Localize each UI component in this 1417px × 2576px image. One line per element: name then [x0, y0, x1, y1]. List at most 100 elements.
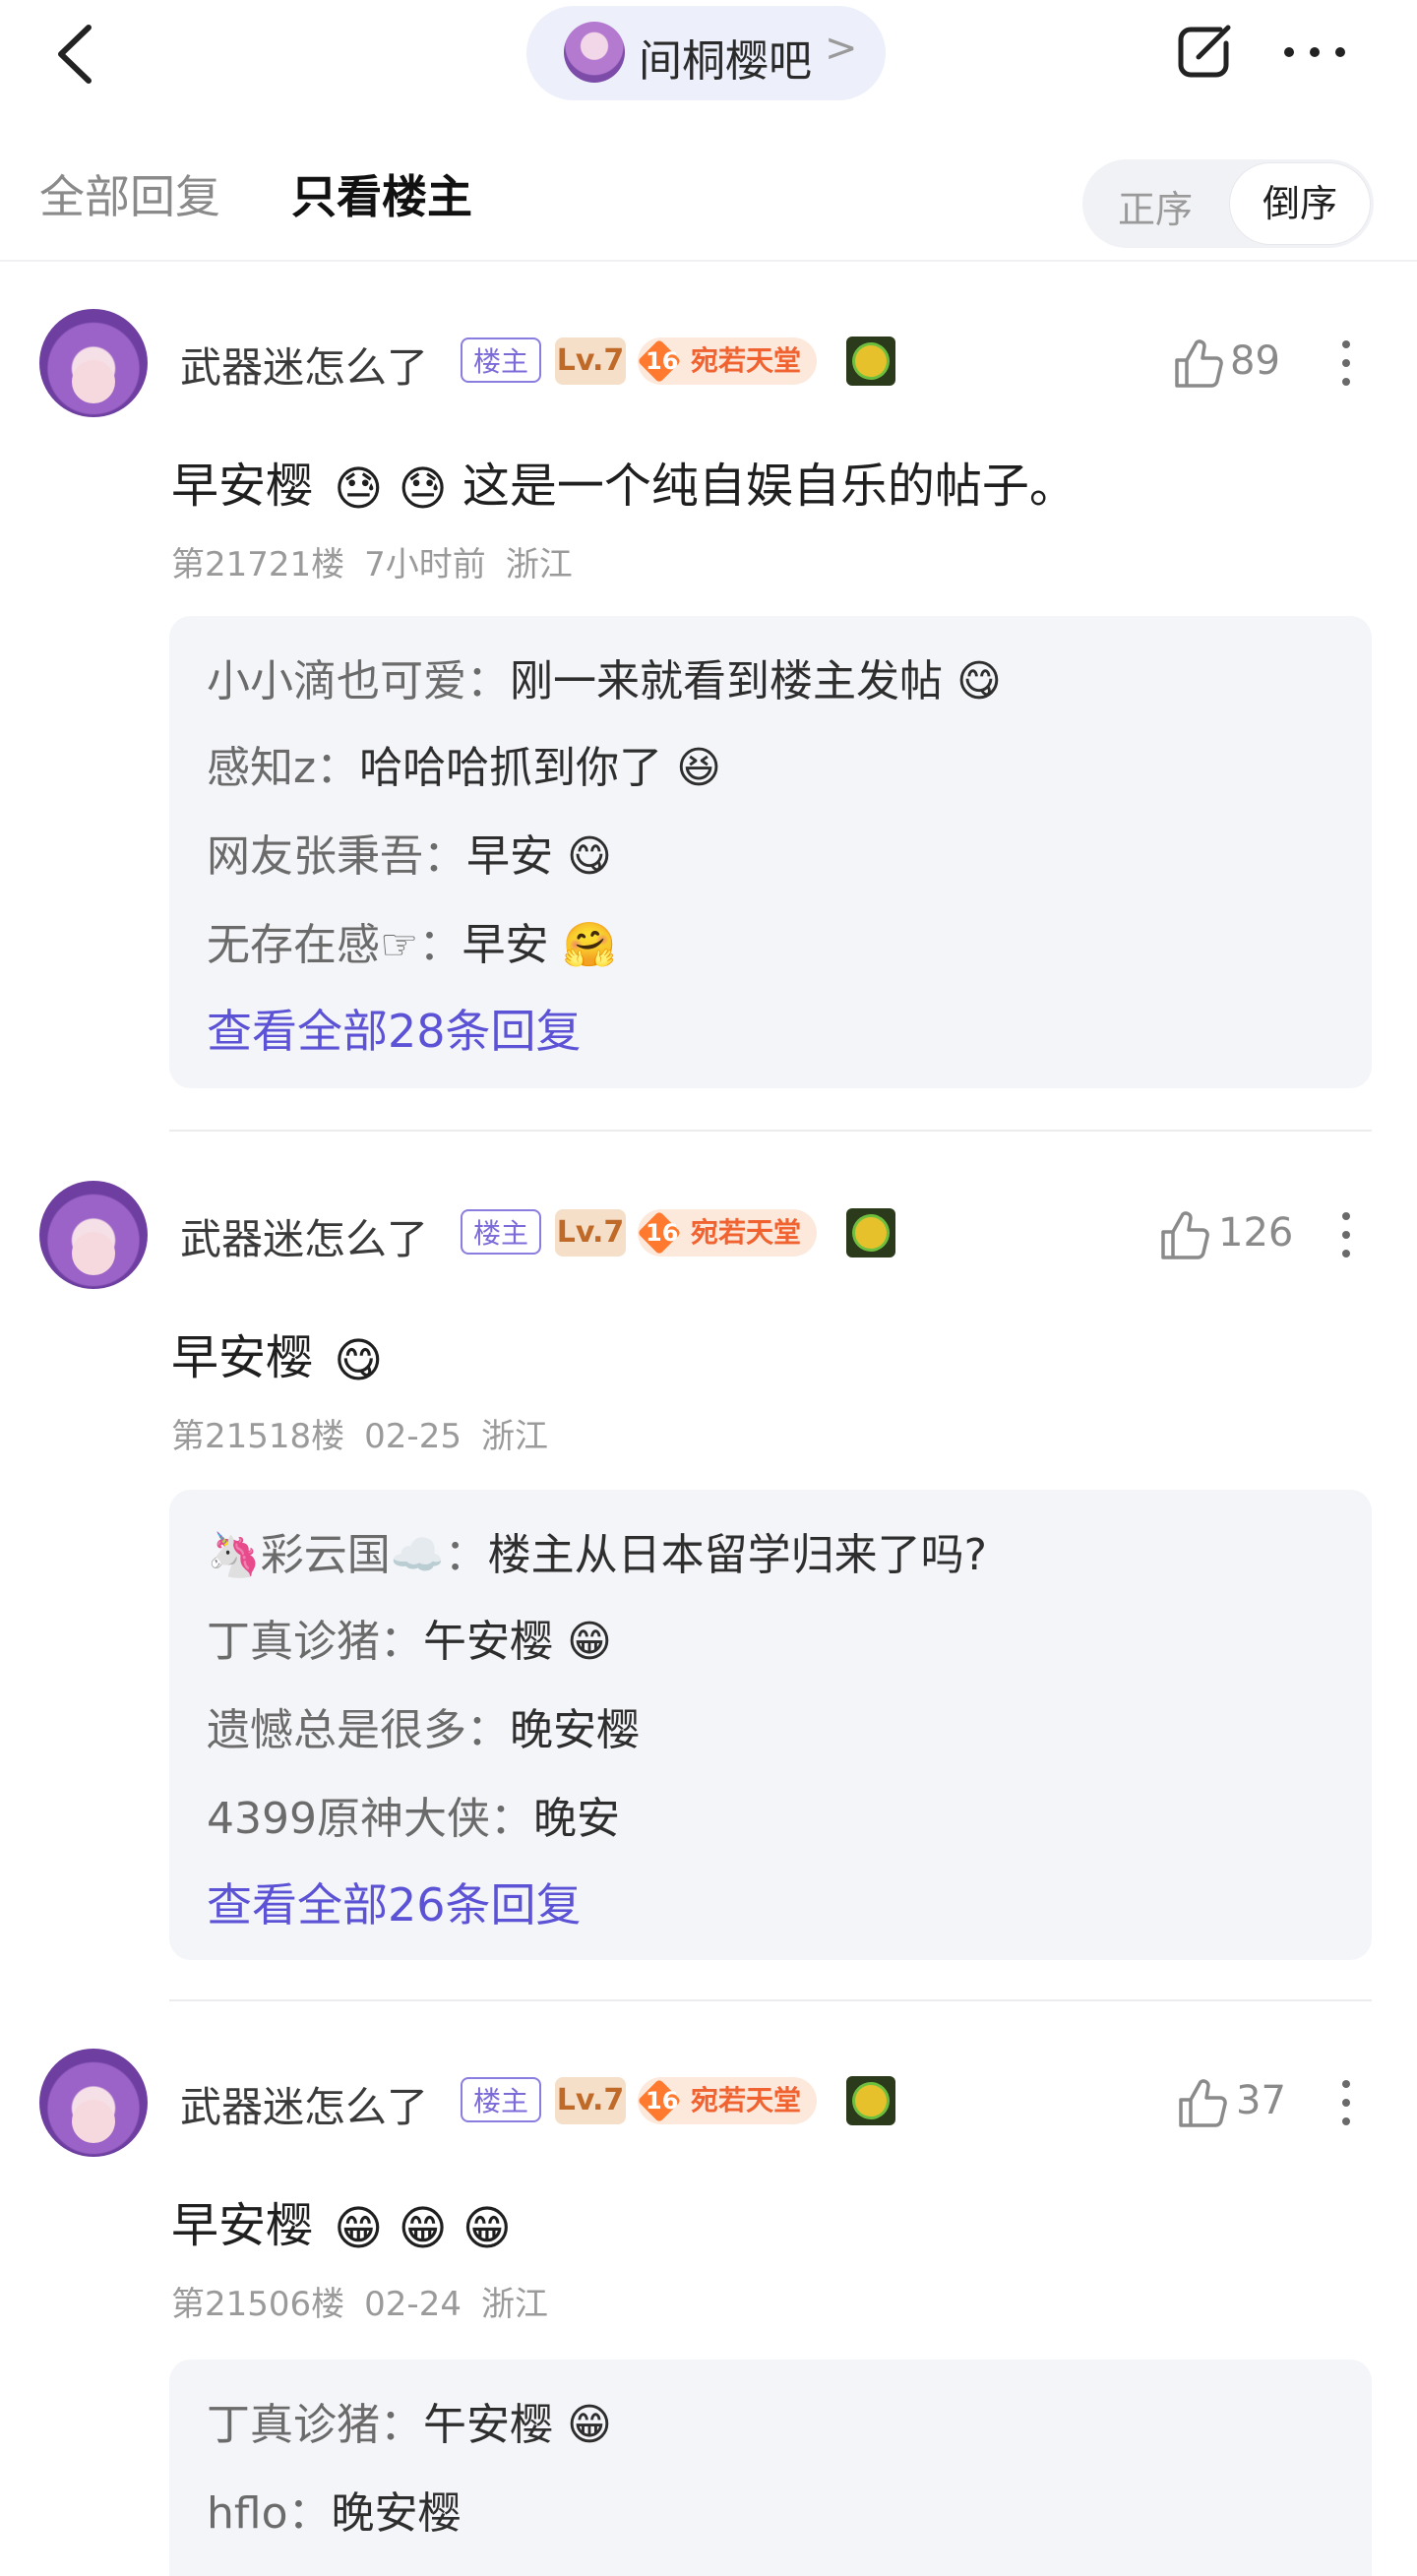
title-badge-label: 宛若天堂 — [691, 344, 802, 377]
reply-author[interactable]: hflo： — [207, 2488, 332, 2539]
medal-icon — [846, 1208, 895, 1257]
more-vertical-icon[interactable] — [1340, 1212, 1352, 1263]
title-badge: 16 宛若天堂 — [637, 2077, 817, 2124]
view-all-replies-link[interactable]: 查看全部28条回复 — [207, 996, 582, 1061]
avatar[interactable] — [39, 309, 148, 417]
reply-author[interactable]: 感知z： — [207, 743, 359, 793]
title-badge-level: 16 — [646, 347, 679, 375]
reply-author[interactable]: 网友张秉吾： — [207, 831, 466, 882]
reply-item[interactable]: 丁真诊猪：午安樱 😁 — [207, 2389, 612, 2452]
reply-text: 刚一来就看到楼主发帖 — [510, 656, 943, 706]
post-text: 早安樱 — [171, 459, 314, 514]
like-count: 126 — [1218, 1210, 1294, 1256]
reply-item[interactable]: hflo：晚安樱 — [207, 2478, 462, 2541]
reply-item[interactable]: 感知z：哈哈哈抓到你了 😆 — [207, 732, 721, 795]
post-meta: 第21518楼 02-25 浙江 — [171, 1409, 568, 1457]
post-content: 早安樱 😁 😁 😁 — [171, 2186, 512, 2256]
reply-author[interactable]: 遗憾总是很多： — [207, 1705, 510, 1755]
more-icon[interactable] — [1281, 22, 1348, 83]
reply-text: 早安 — [466, 831, 553, 882]
reply-text: 哈哈哈抓到你了 — [359, 743, 663, 793]
reply-item[interactable]: 丁真诊猪：午安樱 😁 — [207, 1606, 612, 1669]
post-emojis: 😁 😁 😁 — [334, 2201, 512, 2256]
reply-text: 楼主从日本留学归来了吗? — [487, 1530, 987, 1580]
post-content: 早安樱 😓 😓 这是一个纯自娱自乐的帖子。 — [171, 447, 1077, 517]
view-all-replies-link[interactable]: 查看全部26条回复 — [207, 1870, 582, 1934]
medal-icon — [846, 2076, 895, 2125]
forum-avatar — [564, 22, 625, 83]
reply-author[interactable]: 丁真诊猪： — [207, 1617, 423, 1667]
reply-text: 早安 — [462, 920, 549, 970]
reply-emoji: 😋 — [567, 831, 612, 882]
sort-desc-button[interactable]: 倒序 — [1230, 163, 1370, 244]
divider — [0, 260, 1417, 262]
divider — [169, 1130, 1372, 1132]
reply-item[interactable]: 4399原神大侠：晚安 — [207, 1783, 620, 1846]
reply-emoji: 😆 — [676, 743, 721, 793]
top-bar: 间桐樱吧 > — [0, 0, 1417, 108]
like-count: 89 — [1230, 338, 1280, 384]
title-badge-label: 宛若天堂 — [691, 2084, 802, 2116]
reply-item[interactable]: 网友张秉吾：早安 😋 — [207, 821, 612, 884]
floor-number: 第21721楼 — [171, 545, 345, 584]
reply-author[interactable]: 小小滴也可爱： — [207, 656, 510, 706]
reply-text: 晚安樱 — [510, 1705, 640, 1755]
thumbs-up-icon[interactable] — [1175, 2076, 1228, 2129]
username[interactable]: 武器迷怎么了 — [180, 2074, 428, 2134]
forum-pill[interactable]: 间桐樱吧 > — [526, 6, 886, 100]
tab-op-only[interactable]: 只看楼主 — [291, 161, 472, 226]
op-badge: 楼主 — [461, 337, 541, 383]
post-content: 早安樱 😋 — [171, 1319, 383, 1388]
title-badge: 16 宛若天堂 — [637, 1209, 817, 1257]
username[interactable]: 武器迷怎么了 — [180, 1206, 428, 1266]
thumbs-up-icon[interactable] — [1171, 337, 1224, 390]
op-badge: 楼主 — [461, 1209, 541, 1255]
post-location: 浙江 — [480, 1417, 548, 1456]
reply-author[interactable]: 🦄彩云国☁️： — [207, 1530, 488, 1580]
sort-asc-button[interactable]: 正序 — [1118, 179, 1193, 233]
avatar[interactable] — [39, 2049, 148, 2157]
reply-box[interactable]: 丁真诊猪：午安樱 😁 hflo：晚安樱 — [169, 2360, 1372, 2576]
username[interactable]: 武器迷怎么了 — [180, 335, 428, 395]
reply-item[interactable]: 无存在感☞：早安 🤗 — [207, 909, 616, 972]
post-emojis: 😓 😓 — [334, 461, 448, 517]
more-vertical-icon[interactable] — [1340, 340, 1352, 392]
level-badge: Lv.7 — [555, 337, 626, 385]
reply-author[interactable]: 4399原神大侠： — [207, 1794, 533, 1844]
post-text: 早安樱 — [171, 1330, 314, 1385]
reply-box[interactable]: 小小滴也可爱：刚一来就看到楼主发帖 😋 感知z：哈哈哈抓到你了 😆 网友张秉吾：… — [169, 616, 1372, 1088]
reply-item[interactable]: 🦄彩云国☁️：楼主从日本留学归来了吗? — [207, 1519, 987, 1582]
back-arrow-icon[interactable] — [47, 20, 106, 89]
avatar[interactable] — [39, 1181, 148, 1289]
reply-emoji: 😁 — [567, 1617, 612, 1667]
post-meta: 第21721楼 7小时前 浙江 — [171, 537, 592, 585]
more-vertical-icon[interactable] — [1340, 2080, 1352, 2131]
reply-item[interactable]: 遗憾总是很多：晚安樱 — [207, 1694, 640, 1757]
post-time: 02-25 — [364, 1417, 462, 1456]
sort-toggle: 正序 倒序 — [1082, 159, 1374, 248]
reply-emoji: 😋 — [956, 656, 1002, 706]
floor-number: 第21518楼 — [171, 1417, 345, 1456]
edit-icon[interactable] — [1173, 22, 1234, 83]
level-badge: Lv.7 — [555, 1209, 626, 1257]
reply-text: 晚安樱 — [331, 2488, 462, 2539]
reply-box[interactable]: 🦄彩云国☁️：楼主从日本留学归来了吗? 丁真诊猪：午安樱 😁 遗憾总是很多：晚安… — [169, 1490, 1372, 1960]
op-badge: 楼主 — [461, 2077, 541, 2122]
reply-author[interactable]: 无存在感☞： — [207, 920, 462, 970]
reply-author[interactable]: 丁真诊猪： — [207, 2400, 423, 2450]
post-location: 浙江 — [480, 2285, 548, 2324]
post-text: 早安樱 — [171, 2198, 314, 2253]
tab-all-replies[interactable]: 全部回复 — [39, 161, 220, 226]
title-badge-level: 16 — [646, 2087, 679, 2115]
post-emojis: 😋 — [334, 1333, 384, 1388]
divider — [169, 1999, 1372, 2001]
reply-emoji: 🤗 — [562, 920, 617, 970]
like-count: 37 — [1236, 2078, 1286, 2123]
reply-emoji: 😁 — [567, 2400, 612, 2450]
reply-text: 午安樱 — [423, 1617, 553, 1667]
thumbs-up-icon[interactable] — [1157, 1208, 1210, 1261]
floor-number: 第21506楼 — [171, 2285, 345, 2324]
post-time: 02-24 — [364, 2285, 462, 2324]
post-location: 浙江 — [505, 545, 573, 584]
reply-item[interactable]: 小小滴也可爱：刚一来就看到楼主发帖 😋 — [207, 645, 1002, 708]
